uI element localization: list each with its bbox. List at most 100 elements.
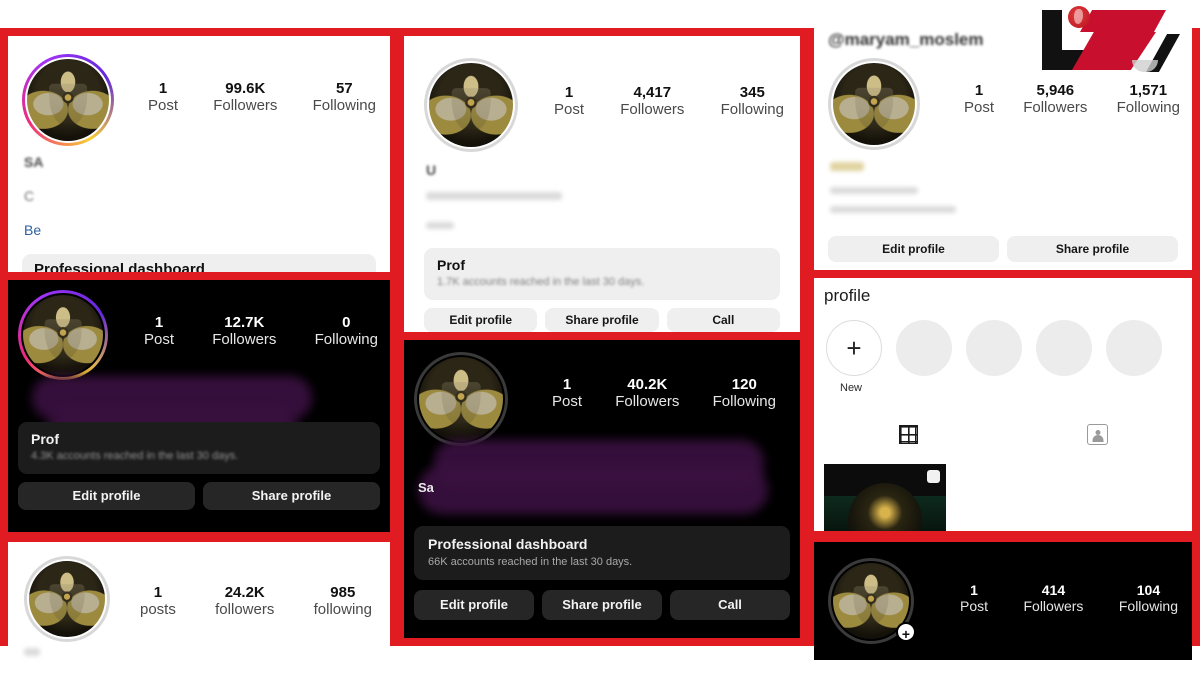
stat-label: Post <box>960 598 989 614</box>
bio-fragment: C <box>24 188 35 204</box>
tagged-person-icon <box>1087 424 1108 445</box>
bio-block: U <box>426 162 726 236</box>
new-highlight-label: New <box>840 382 863 394</box>
post-thumbnail[interactable] <box>824 464 946 531</box>
avatar[interactable] <box>414 352 508 446</box>
avatar-crest-image <box>419 357 503 441</box>
share-profile-button[interactable]: Share profile <box>545 308 659 332</box>
stat-value: 12.7K <box>224 314 265 331</box>
avatar[interactable]: + <box>828 558 916 644</box>
stat-value: 5,946 <box>1036 82 1075 99</box>
profile-heading: profile <box>824 286 871 305</box>
share-profile-button[interactable]: Share profile <box>1007 236 1178 262</box>
stat-label: Following <box>1116 99 1180 116</box>
screenshot-stage: 1 Post 99.6K Followers 57 Following SA C… <box>0 0 1200 674</box>
edit-profile-button[interactable]: Edit profile <box>414 590 534 620</box>
stat-value: 345 <box>739 84 765 101</box>
stat-label: Post <box>148 97 179 114</box>
stat-posts[interactable]: 1 Post <box>964 82 994 116</box>
stat-posts[interactable]: 1 posts <box>140 584 176 618</box>
edit-profile-button[interactable]: Edit profile <box>424 308 538 332</box>
stat-following[interactable]: 57 Following <box>313 80 376 114</box>
stat-followers[interactable]: 24.2K followers <box>215 584 274 618</box>
stat-followers[interactable]: 99.6K Followers <box>213 80 277 114</box>
stat-following[interactable]: 345 Following <box>721 84 784 118</box>
stat-label: followers <box>215 601 275 618</box>
profile-tabs <box>814 424 1192 445</box>
highlight-item[interactable] <box>896 320 952 376</box>
stat-following[interactable]: 120 Following <box>713 376 776 410</box>
logo-five-top <box>1080 10 1166 32</box>
new-highlight-button[interactable]: + <box>826 320 882 376</box>
bio-block: SA C Be <box>24 154 324 238</box>
tab-tagged[interactable] <box>1003 424 1192 445</box>
call-button[interactable]: Call <box>666 308 780 332</box>
stat-posts[interactable]: 1 Post <box>552 376 582 410</box>
globe-icon <box>1068 6 1090 28</box>
thumbnail-crest <box>848 483 922 531</box>
edit-profile-button[interactable]: Edit profile <box>828 236 999 262</box>
professional-dashboard-card[interactable]: Professional dashboard <box>22 254 376 272</box>
redaction-scribble <box>418 466 768 514</box>
stat-followers[interactable]: 40.2K Followers <box>615 376 679 410</box>
action-buttons: Edit profile Share profile Call <box>414 590 790 620</box>
stat-followers[interactable]: 414 Followers <box>1023 582 1083 614</box>
avatar[interactable] <box>24 556 110 642</box>
stat-following[interactable]: 1,571 Following <box>1117 82 1180 116</box>
stat-label: Post <box>144 331 175 348</box>
stats-row: 1 Post 40.2K Followers 120 Following <box>552 376 776 410</box>
avatar[interactable] <box>424 58 518 152</box>
dashboard-title: Professional dashboard <box>428 536 588 552</box>
avatar-crest-image <box>29 561 105 637</box>
bio-link[interactable]: Be <box>24 222 324 238</box>
stat-label: Following <box>314 331 378 348</box>
stat-label: Followers <box>212 331 277 348</box>
add-story-badge[interactable]: + <box>896 622 916 642</box>
dashboard-subtitle: 66K accounts reached in the last 30 days… <box>428 556 633 568</box>
stat-followers[interactable]: 4,417 Followers <box>620 84 684 118</box>
profile-card-top-middle: 1 Post 4,417 Followers 345 Following U P… <box>404 36 800 332</box>
action-buttons: Edit profile Share profile <box>18 482 380 510</box>
stat-posts[interactable]: 1 Post <box>960 582 988 614</box>
dashboard-subtitle: 1.7K accounts reached in the last 30 day… <box>437 276 645 288</box>
avatar[interactable] <box>22 54 114 146</box>
stat-value: 0 <box>342 314 351 331</box>
stat-label: Following <box>312 97 376 114</box>
share-profile-button[interactable]: Share profile <box>542 590 662 620</box>
stat-value: 1 <box>154 314 164 331</box>
stat-following[interactable]: 0 Following <box>315 314 378 348</box>
professional-dashboard-card[interactable]: Prof 1.7K accounts reached in the last 3… <box>424 248 780 300</box>
stat-label: Following <box>720 101 784 118</box>
stat-posts[interactable]: 1 Post <box>148 80 178 114</box>
tab-grid[interactable] <box>814 424 1003 445</box>
stat-followers[interactable]: 12.7K Followers <box>212 314 276 348</box>
stat-value: 40.2K <box>627 376 668 393</box>
stat-label: Post <box>554 101 585 118</box>
stat-posts[interactable]: 1 Post <box>554 84 584 118</box>
stat-posts[interactable]: 1 Post <box>144 314 174 348</box>
highlight-item[interactable] <box>1106 320 1162 376</box>
bio-block <box>830 162 1090 220</box>
stats-row: 1 Post 414 Followers 104 Following <box>960 582 1178 614</box>
avatar[interactable] <box>828 58 920 150</box>
avatar[interactable] <box>18 290 108 380</box>
edit-profile-button[interactable]: Edit profile <box>18 482 195 510</box>
professional-dashboard-card[interactable]: Professional dashboard 66K accounts reac… <box>414 526 790 580</box>
carousel-icon <box>927 470 940 483</box>
stat-following[interactable]: 985 following <box>314 584 372 618</box>
stat-label: Post <box>552 393 583 410</box>
news-agency-watermark-logo <box>1028 4 1194 82</box>
professional-dashboard-card[interactable]: Prof 4.3K accounts reached in the last 3… <box>18 422 380 474</box>
avatar-crest-image <box>23 295 103 375</box>
highlight-item[interactable] <box>966 320 1022 376</box>
highlight-item[interactable] <box>1036 320 1092 376</box>
stat-following[interactable]: 104 Following <box>1119 582 1178 614</box>
story-highlights-row: + <box>826 320 1176 376</box>
stat-value: 4,417 <box>633 84 672 101</box>
stat-followers[interactable]: 5,946 Followers <box>1023 82 1087 116</box>
stats-row: 1 Post 12.7K Followers 0 Following <box>144 314 378 348</box>
call-button[interactable]: Call <box>670 590 790 620</box>
bio-redacted-line <box>426 192 562 200</box>
stat-value: 57 <box>335 80 353 97</box>
share-profile-button[interactable]: Share profile <box>203 482 380 510</box>
